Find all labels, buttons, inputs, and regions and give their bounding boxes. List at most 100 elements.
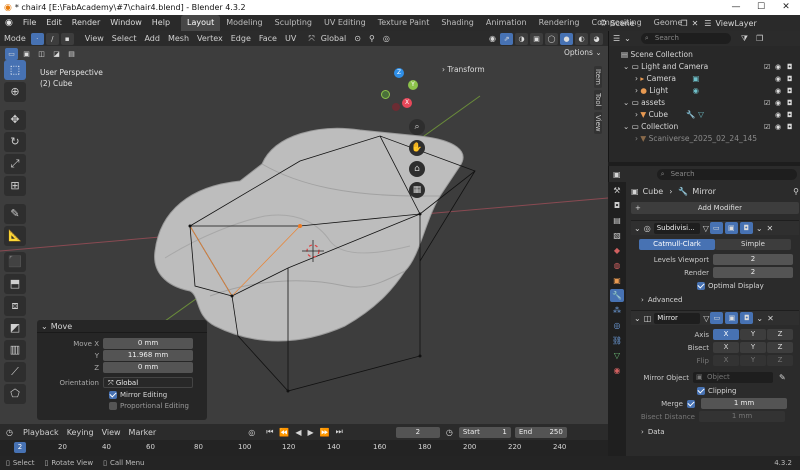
close-window-button[interactable]: ✕ [774, 0, 798, 15]
scene-icon[interactable]: ⛭ [600, 18, 606, 28]
cage-toggle-icon[interactable]: ▭ [709, 222, 723, 234]
pin-icon[interactable]: ⚲ [793, 187, 799, 196]
scene-selector[interactable]: Scene [610, 19, 680, 28]
outliner-search-input[interactable]: ⌕ Search [640, 33, 731, 44]
viewlayer-selector[interactable]: ViewLayer [715, 19, 756, 28]
data-tab-icon[interactable]: ▽ [610, 349, 624, 362]
playhead-frame[interactable]: 2 [14, 442, 26, 453]
current-frame-field[interactable]: 2 [395, 426, 440, 438]
side-tab-view[interactable]: View [594, 111, 602, 135]
shading-solid-icon[interactable]: ● [560, 32, 573, 45]
outliner-row-collection[interactable]: ⌄ ▭ Collection ☑ ◉ ◘ [609, 121, 800, 133]
world-tab-icon[interactable]: ◍ [610, 259, 624, 272]
view-layer-tab-icon[interactable]: ▧ [610, 229, 624, 242]
properties-editor-icon[interactable]: ▣ [613, 170, 621, 179]
viewlayer-icon[interactable]: ☰ [704, 19, 711, 28]
eye-icon[interactable]: ◉ [775, 121, 781, 133]
eye-icon[interactable]: ◉ [775, 73, 781, 85]
gizmo-toggle-icon[interactable]: ⇗ [500, 32, 513, 45]
inset-tool-icon[interactable]: ⧈ [4, 296, 26, 316]
menu-uv[interactable]: UV [281, 31, 300, 46]
outliner-row-scene-collection[interactable]: ▤ Scene Collection [609, 49, 800, 61]
eye-icon[interactable]: ◉ [775, 97, 781, 109]
prev-keyframe-icon[interactable]: ⏪ [279, 428, 289, 437]
eye-icon[interactable]: ◉ [775, 61, 781, 73]
start-frame-field[interactable]: Start 1 [458, 426, 511, 438]
add-modifier-button[interactable]: + Add Modifier [631, 202, 799, 214]
menu-file[interactable]: File [18, 15, 41, 31]
chevron-down-icon[interactable]: ⌄ [41, 322, 48, 331]
remove-modifier-icon[interactable]: ✕ [767, 314, 774, 323]
clock-icon[interactable]: ◷ [446, 428, 453, 437]
timeline-ruler[interactable]: 2 20 40 60 80 100 120 140 160 180 200 22… [0, 440, 608, 456]
face-select-icon[interactable]: ▪ [60, 32, 74, 45]
properties-search-input[interactable]: ⌕ Search [656, 168, 797, 180]
simple-button[interactable]: Simple [715, 239, 791, 250]
transform-orientation-dropdown[interactable]: Global [317, 31, 351, 46]
camera-render-icon[interactable]: ◘ [787, 85, 793, 97]
remove-modifier-icon[interactable]: ✕ [767, 224, 774, 233]
subdivision-modifier-header[interactable]: ⌄ ◎ Subdivisi... ▽ ▭ ▣ ◘ ⌄ ✕ [631, 220, 799, 235]
edit-mode-toggle-icon[interactable]: ▽ [703, 224, 709, 233]
camera-render-icon[interactable]: ◘ [787, 109, 793, 121]
menu-playback[interactable]: Playback [19, 425, 63, 440]
gizmo-neg-x-axis[interactable] [392, 103, 400, 111]
eye-icon[interactable]: ◉ [775, 85, 781, 97]
gizmo-neg-y-axis[interactable] [381, 90, 390, 99]
modifier-menu-icon[interactable]: ⌄ [756, 314, 763, 323]
knife-tool-icon[interactable]: ⟋ [4, 362, 26, 382]
transform-orientation-icon[interactable]: ⤧ [308, 34, 314, 44]
data-subpanel[interactable]: › Data [641, 428, 799, 436]
move-tool-icon[interactable]: ✥ [4, 110, 26, 130]
menu-marker[interactable]: Marker [125, 425, 161, 440]
menu-vertex[interactable]: Vertex [193, 31, 227, 46]
menu-add[interactable]: Add [140, 31, 164, 46]
workspace-tab-uv-editing[interactable]: UV Editing [318, 15, 372, 31]
new-scene-icon[interactable]: ❐ [680, 19, 687, 28]
visibility-icon[interactable]: ◉ [489, 34, 496, 43]
workspace-tab-animation[interactable]: Animation [480, 15, 533, 31]
select-tool-icon[interactable]: ⬚ [4, 60, 26, 80]
constraints-tab-icon[interactable]: ⛓ [610, 334, 624, 347]
delete-scene-icon[interactable]: ✕ [692, 19, 699, 28]
xray-toggle-icon[interactable]: ▣ [530, 32, 543, 45]
poly-build-tool-icon[interactable]: ⬠ [4, 384, 26, 404]
camera-render-icon[interactable]: ◘ [787, 73, 793, 85]
modifier-menu-icon[interactable]: ⌄ [756, 224, 763, 233]
bevel-tool-icon[interactable]: ◩ [4, 318, 26, 338]
cursor-tool-icon[interactable]: ⊕ [4, 82, 26, 102]
render-toggle-icon[interactable]: ◘ [740, 312, 754, 324]
vertex-select-icon[interactable]: · [30, 32, 44, 45]
select-extend-mode-icon[interactable]: ▣ [20, 48, 33, 60]
options-dropdown[interactable]: Options ⌄ [564, 48, 602, 57]
add-cube-tool-icon[interactable]: ⬛ [4, 252, 26, 272]
workspace-tab-rendering[interactable]: Rendering [533, 15, 586, 31]
clipping-checkbox[interactable] [697, 387, 705, 395]
output-tab-icon[interactable]: ▤ [610, 214, 624, 227]
render-levels-field[interactable]: 2 [713, 267, 793, 278]
merge-distance-field[interactable]: 1 mm [701, 398, 787, 409]
menu-help[interactable]: Help [147, 15, 175, 31]
checkbox-icon[interactable]: ☑ [764, 97, 770, 109]
shading-wireframe-icon[interactable]: ◯ [545, 32, 558, 45]
pivot-icon[interactable]: ⊙ [354, 34, 361, 43]
minimize-button[interactable]: — [724, 0, 748, 15]
chevron-right-icon[interactable]: › [635, 134, 638, 143]
orientation-dropdown[interactable]: ⤧ Global [103, 377, 193, 388]
chevron-right-icon[interactable]: › [635, 86, 638, 95]
axis-z-toggle[interactable]: Z [767, 329, 793, 340]
camera-render-icon[interactable]: ◘ [787, 121, 793, 133]
optimal-display-checkbox[interactable] [697, 282, 705, 290]
move-z-field[interactable]: 0 mm [103, 362, 193, 373]
edge-select-icon[interactable]: / [45, 32, 59, 45]
snap-icon[interactable]: ⚲ [369, 34, 375, 43]
eyedropper-icon[interactable]: ✎ [779, 373, 786, 382]
chevron-down-icon[interactable]: ⌄ [623, 122, 629, 131]
modifier-tab-icon[interactable]: 🔧 [610, 289, 624, 302]
flip-z-toggle[interactable]: Z [767, 355, 793, 366]
levels-viewport-field[interactable]: 2 [713, 254, 793, 265]
outliner-row-light[interactable]: › ● Light ◉ ◉ ◘ [609, 85, 800, 97]
flip-x-toggle[interactable]: X [713, 355, 739, 366]
filter-display-icon[interactable]: ⌄ [624, 34, 631, 43]
pan-hand-icon[interactable]: ✋ [409, 140, 425, 156]
